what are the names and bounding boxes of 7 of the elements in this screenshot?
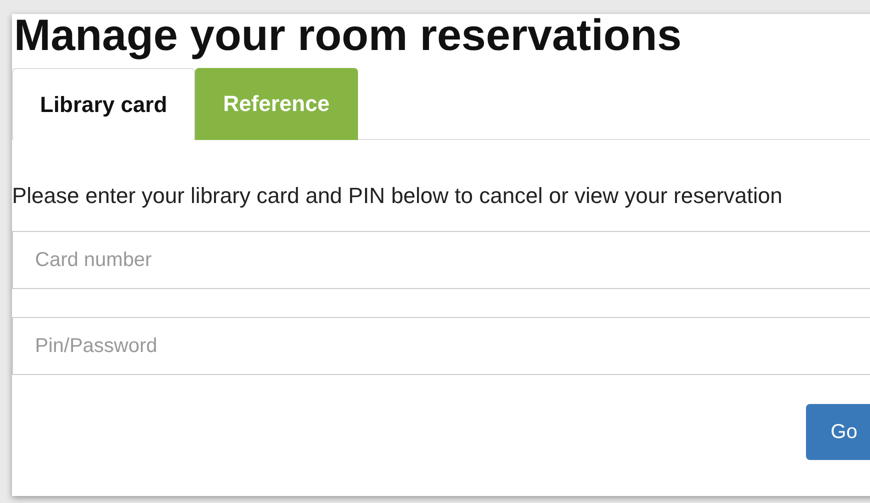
tab[interactable]: Library card [12, 68, 196, 140]
go-button[interactable]: Go [806, 404, 870, 460]
tab[interactable]: Reference [195, 68, 358, 140]
instructions-text: Please enter your library card and PIN below to cancel or view your reservation [12, 182, 784, 210]
page-title: Manage your room reservations [13, 14, 683, 58]
input-field[interactable]: Pin/Password [12, 317, 870, 375]
input-field[interactable]: Card number [12, 231, 870, 289]
